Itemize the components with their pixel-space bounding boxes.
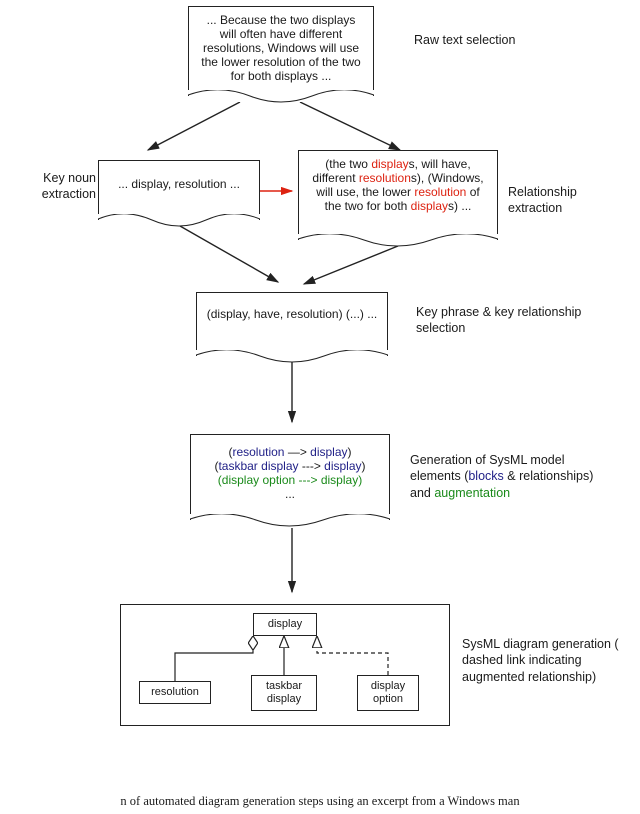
generation-doc: (resolution —> display) (taskbar display…: [190, 434, 390, 520]
keynoun-content: ... display, resolution ...: [118, 177, 240, 191]
keyphrase-content: (display, have, resolution) (...) ...: [207, 307, 378, 321]
sysml-connectors: [121, 605, 451, 727]
keyphrase-label: Key phrase & key relationship selection: [416, 304, 586, 337]
raw-text-doc: ... Because the two displays will often …: [188, 6, 374, 96]
wavy-edge: [190, 514, 390, 534]
generation-line2: (taskbar display ---> display): [199, 459, 381, 473]
arrow-keynoun-to-relation: [260, 182, 300, 200]
generation-label: Generation of SysML model elements (bloc…: [410, 452, 610, 501]
keynoun-label: Key noun extraction: [18, 170, 96, 203]
sysml-label: SysML diagram generation ( dashed link i…: [462, 636, 640, 685]
wavy-edge: [188, 90, 374, 110]
arrow-relation-to-keyphrase: [290, 246, 410, 292]
raw-text-content: ... Because the two displays will often …: [201, 13, 360, 83]
wavy-edge: [298, 234, 498, 254]
relation-doc: (the two displays, will have, different …: [298, 150, 498, 240]
arrow-raw-to-keynoun: [130, 102, 260, 158]
generation-ellipsis: ...: [199, 487, 381, 501]
keynoun-doc: ... display, resolution ...: [98, 160, 260, 220]
relation-label: Relationship extraction: [508, 184, 628, 217]
relation-content: (the two displays, will have, different …: [312, 157, 483, 213]
arrow-keyphrase-to-generation: [282, 362, 302, 430]
sysml-diagram-container: display resolution taskbar display displ…: [120, 604, 450, 726]
generation-line1: (resolution —> display): [199, 445, 381, 459]
generation-line3: (display option ---> display): [199, 473, 381, 487]
keyphrase-doc: (display, have, resolution) (...) ...: [196, 292, 388, 356]
arrow-generation-to-sysml: [282, 528, 302, 600]
raw-text-label: Raw text selection: [414, 32, 534, 48]
figure-caption: n of automated diagram generation steps …: [0, 794, 640, 809]
wavy-edge: [196, 350, 388, 370]
wavy-edge: [98, 214, 260, 234]
arrow-keynoun-to-keyphrase: [170, 226, 300, 290]
diagram-canvas: ... Because the two displays will often …: [0, 0, 640, 814]
